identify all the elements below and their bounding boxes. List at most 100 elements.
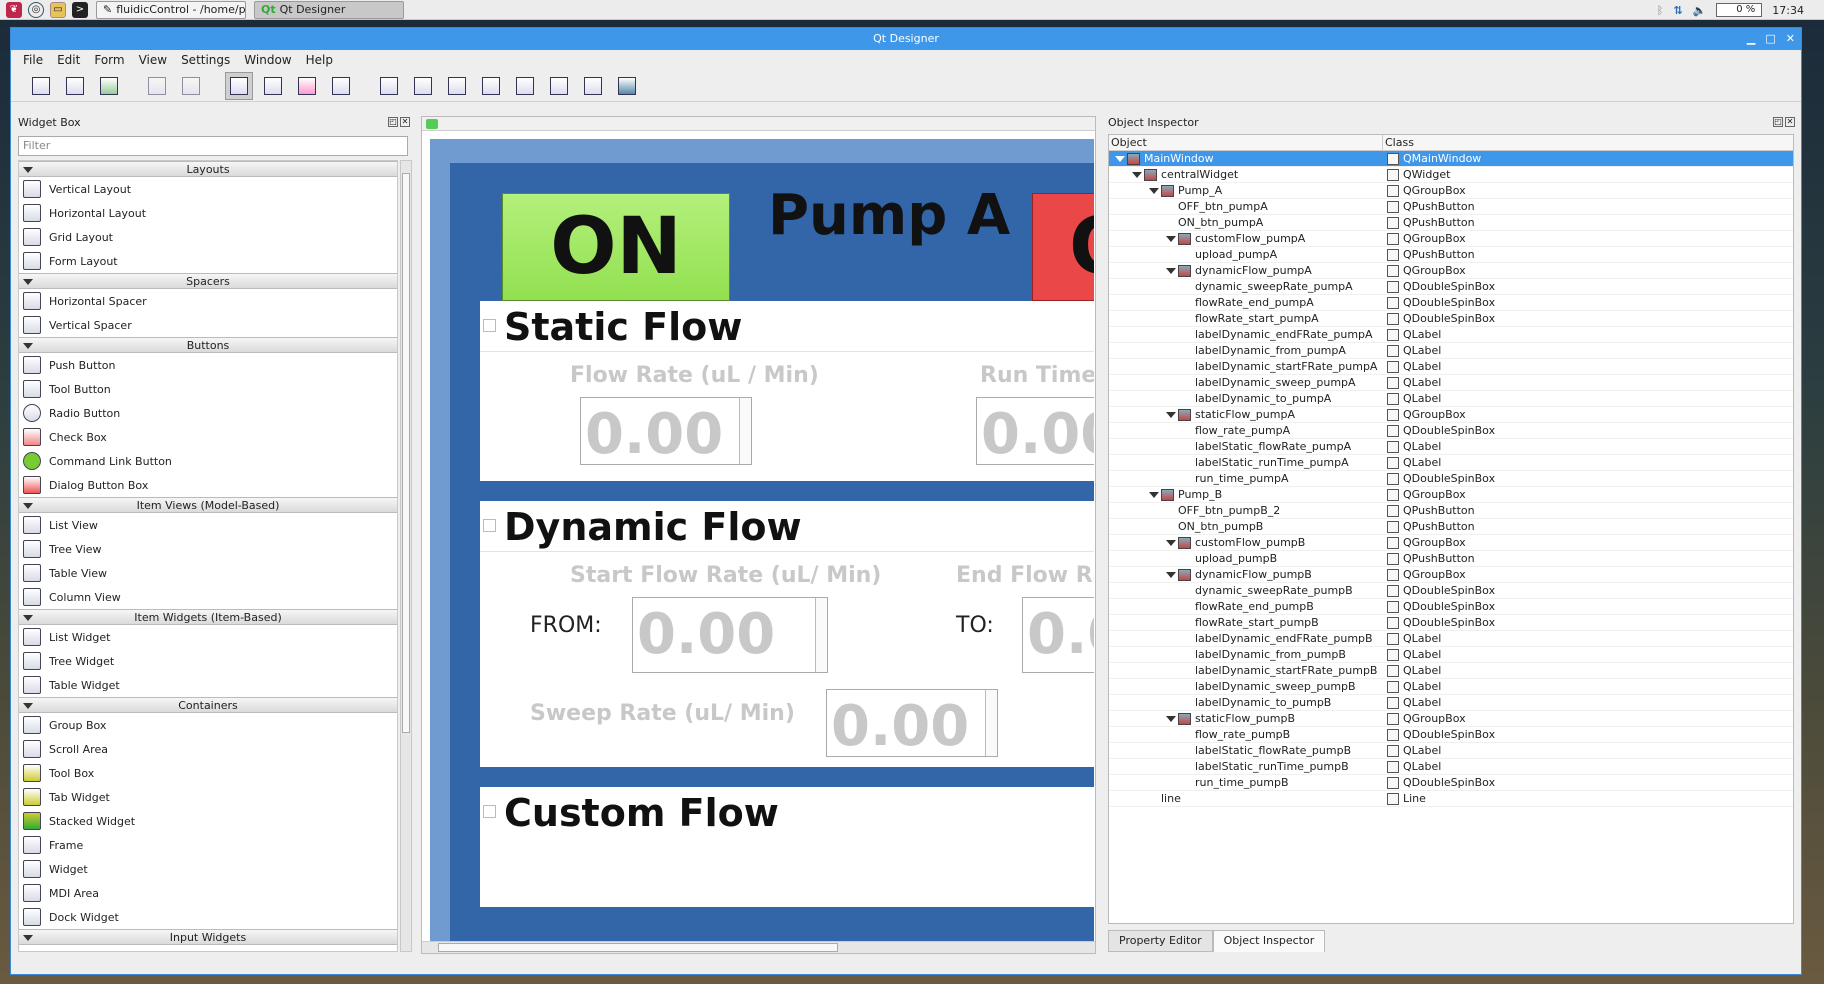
tree-row[interactable]: labelStatic_runTime_pumpA QLabel	[1109, 455, 1793, 471]
widget-grid-layout[interactable]: Grid Layout	[19, 225, 397, 249]
tree-row[interactable]: run_time_pumpA QDoubleSpinBox	[1109, 471, 1793, 487]
category-item-views[interactable]: Item Views (Model-Based)	[19, 497, 397, 513]
widget-tab-widget[interactable]: Tab Widget	[19, 785, 397, 809]
tree-row[interactable]: dynamic_sweepRate_pumpA QDoubleSpinBox	[1109, 279, 1793, 295]
menu-help[interactable]: Help	[306, 53, 333, 67]
tree-row[interactable]: ON_btn_pumpA QPushButton	[1109, 215, 1793, 231]
tree-row[interactable]: dynamicFlow_pumpB QGroupBox	[1109, 567, 1793, 583]
menu-view[interactable]: View	[139, 53, 167, 67]
tree-row[interactable]: upload_pumpB QPushButton	[1109, 551, 1793, 567]
spin-arrows[interactable]	[739, 398, 751, 464]
maximize-icon[interactable]: □	[1765, 28, 1775, 50]
tree-row[interactable]: flowRate_start_pumpA QDoubleSpinBox	[1109, 311, 1793, 327]
open-form-button[interactable]	[61, 72, 89, 100]
flow-rate-spinbox[interactable]: 0.00	[580, 397, 752, 465]
expand-arrow-icon[interactable]	[1166, 572, 1176, 578]
sweep-rate-spinbox[interactable]: 0.00	[826, 689, 998, 757]
tree-row[interactable]: centralWidget QWidget	[1109, 167, 1793, 183]
tree-row[interactable]: labelDynamic_to_pumpB QLabel	[1109, 695, 1793, 711]
column-object[interactable]: Object	[1109, 135, 1383, 150]
tree-row[interactable]: dynamicFlow_pumpA QGroupBox	[1109, 263, 1793, 279]
widget-form-layout[interactable]: Form Layout	[19, 249, 397, 273]
tree-row[interactable]: flowRate_end_pumpB QDoubleSpinBox	[1109, 599, 1793, 615]
tree-row[interactable]: labelDynamic_from_pumpB QLabel	[1109, 647, 1793, 663]
menu-edit[interactable]: Edit	[57, 53, 80, 67]
category-item-widgets[interactable]: Item Widgets (Item-Based)	[19, 609, 397, 625]
widget-list-view[interactable]: List View	[19, 513, 397, 537]
widget-tool-button[interactable]: Tool Button	[19, 377, 397, 401]
layout-grid-button[interactable]	[511, 72, 539, 100]
tree-row[interactable]: labelStatic_flowRate_pumpA QLabel	[1109, 439, 1793, 455]
category-buttons[interactable]: Buttons	[19, 337, 397, 353]
widget-list-widget[interactable]: List Widget	[19, 625, 397, 649]
tree-row[interactable]: Pump_A QGroupBox	[1109, 183, 1793, 199]
widget-check-box[interactable]: Check Box	[19, 425, 397, 449]
float-icon[interactable]: ◰	[388, 117, 398, 127]
widget-horizontal-spacer[interactable]: Horizontal Spacer	[19, 289, 397, 313]
tree-row[interactable]: flow_rate_pumpA QDoubleSpinBox	[1109, 423, 1793, 439]
task-qt-designer[interactable]: Qt Qt Designer	[254, 0, 404, 19]
network-icon[interactable]: ⇅	[1673, 4, 1682, 17]
tree-row[interactable]: run_time_pumpB QDoubleSpinBox	[1109, 775, 1793, 791]
widget-frame[interactable]: Frame	[19, 833, 397, 857]
column-class[interactable]: Class	[1383, 135, 1414, 150]
tree-row[interactable]: OFF_btn_pumpA QPushButton	[1109, 199, 1793, 215]
expand-arrow-icon[interactable]	[1132, 172, 1142, 178]
widget-mdi-area[interactable]: MDI Area	[19, 881, 397, 905]
widget-table-view[interactable]: Table View	[19, 561, 397, 585]
close-panel-icon[interactable]: ✕	[400, 117, 410, 127]
terminal-icon[interactable]: >	[72, 1, 88, 18]
layout-h-splitter-button[interactable]	[443, 72, 471, 100]
minimize-icon[interactable]: ▁	[1747, 28, 1755, 50]
start-flow-rate-spinbox[interactable]: 0.00	[632, 597, 828, 673]
menu-settings[interactable]: Settings	[181, 53, 230, 67]
widget-scroll-area[interactable]: Scroll Area	[19, 737, 397, 761]
widget-table-widget[interactable]: Table Widget	[19, 673, 397, 697]
widget-tree-view[interactable]: Tree View	[19, 537, 397, 561]
tree-row[interactable]: line Line	[1109, 791, 1793, 807]
menu-file[interactable]: File	[23, 53, 43, 67]
scrollbar-thumb[interactable]	[402, 173, 410, 733]
expand-arrow-icon[interactable]	[1166, 268, 1176, 274]
widget-push-button[interactable]: Push Button	[19, 353, 397, 377]
widget-group-box[interactable]: Group Box	[19, 713, 397, 737]
widget-vertical-layout[interactable]: Vertical Layout	[19, 177, 397, 201]
editor-horizontal-scrollbar[interactable]	[422, 941, 1095, 953]
menu-form[interactable]: Form	[94, 53, 124, 67]
bluetooth-icon[interactable]: ᛒ	[1657, 4, 1664, 17]
edit-signals-button[interactable]	[259, 72, 287, 100]
edit-buddies-button[interactable]	[293, 72, 321, 100]
expand-arrow-icon[interactable]	[1149, 188, 1159, 194]
spin-arrows[interactable]	[815, 598, 827, 672]
tree-row[interactable]: labelDynamic_startFRate_pumpB QLabel	[1109, 663, 1793, 679]
tree-row[interactable]: OFF_btn_pumpB_2 QPushButton	[1109, 503, 1793, 519]
widget-tool-box[interactable]: Tool Box	[19, 761, 397, 785]
tree-row[interactable]: customFlow_pumpB QGroupBox	[1109, 535, 1793, 551]
layout-horizontal-button[interactable]	[375, 72, 403, 100]
run-time-spinbox[interactable]: 0.00	[976, 397, 1094, 465]
form-window-titlebar[interactable]	[422, 117, 1095, 131]
tree-row[interactable]: flowRate_start_pumpB QDoubleSpinBox	[1109, 615, 1793, 631]
filter-input[interactable]: Filter	[18, 136, 408, 156]
widget-dock-widget[interactable]: Dock Widget	[19, 905, 397, 929]
float-icon[interactable]: ◰	[1773, 117, 1783, 127]
tree-row[interactable]: customFlow_pumpA QGroupBox	[1109, 231, 1793, 247]
task-fluidiccontrol[interactable]: ✎ fluidicControl - /home/pi...	[96, 0, 246, 19]
adjust-size-button[interactable]	[613, 72, 641, 100]
tree-row[interactable]: labelStatic_runTime_pumpB QLabel	[1109, 759, 1793, 775]
menu-window[interactable]: Window	[244, 53, 291, 67]
tab-property-editor[interactable]: Property Editor	[1108, 930, 1213, 952]
widget-vertical-spacer[interactable]: Vertical Spacer	[19, 313, 397, 337]
copy-button[interactable]	[143, 72, 171, 100]
tree-row[interactable]: upload_pumpA QPushButton	[1109, 247, 1793, 263]
expand-arrow-icon[interactable]	[1115, 156, 1125, 162]
tree-row[interactable]: flowRate_end_pumpA QDoubleSpinBox	[1109, 295, 1793, 311]
close-icon[interactable]: ✕	[1786, 28, 1795, 50]
tree-row[interactable]: labelDynamic_endFRate_pumpA QLabel	[1109, 327, 1793, 343]
widget-widget[interactable]: Widget	[19, 857, 397, 881]
end-flow-rate-spinbox[interactable]: 0.0	[1022, 597, 1094, 673]
raspberry-menu-icon[interactable]: ❦	[6, 1, 22, 18]
break-layout-button[interactable]	[579, 72, 607, 100]
tree-row[interactable]: labelDynamic_from_pumpA QLabel	[1109, 343, 1793, 359]
browser-icon[interactable]: ◎	[28, 1, 44, 18]
